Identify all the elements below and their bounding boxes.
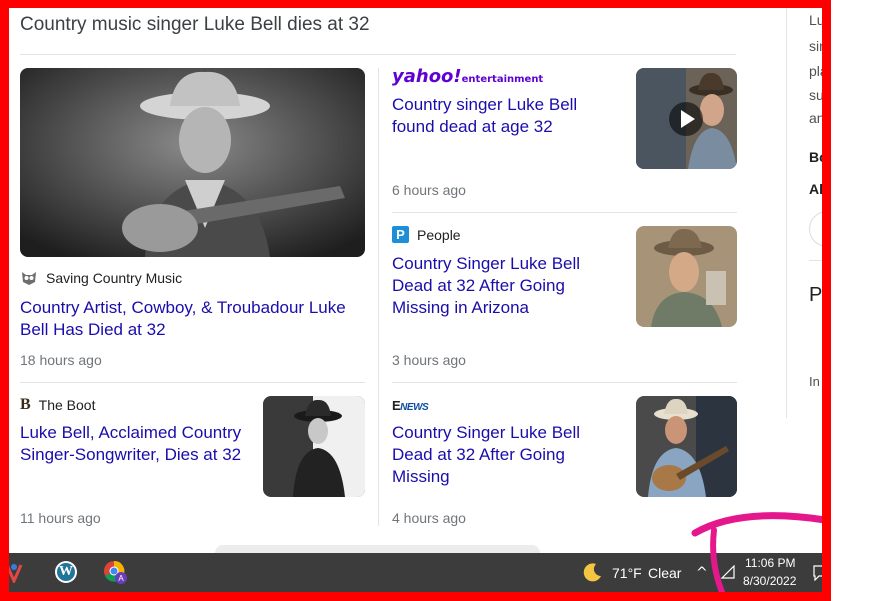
frame-border: [822, 0, 831, 601]
wordpress-icon[interactable]: W: [55, 561, 77, 583]
article-thumbnail[interactable]: [636, 226, 737, 327]
source-the-boot: B The Boot: [20, 396, 96, 414]
svg-text:A: A: [118, 574, 124, 583]
article-time: 4 hours ago: [392, 510, 466, 526]
article-time: 11 hours ago: [20, 510, 101, 526]
divider: [392, 212, 737, 213]
frame-border: [0, 0, 830, 8]
article-title-link[interactable]: Country Singer Luke Bell Dead at 32 Afte…: [392, 422, 622, 488]
divider: [20, 382, 365, 383]
yahoo-entertainment-logo: yahoo!entertainment: [392, 66, 544, 87]
column-divider: [378, 68, 379, 526]
section-title: Country music singer Luke Bell dies at 3…: [20, 14, 370, 35]
article-title-link[interactable]: Country Singer Luke Bell Dead at 32 Afte…: [392, 253, 622, 319]
owl-icon: [22, 272, 36, 285]
article-title-link[interactable]: Country singer Luke Bell found dead at a…: [392, 94, 622, 138]
moon-icon: [583, 563, 601, 582]
source-name: People: [417, 226, 461, 243]
article-image-large[interactable]: [20, 68, 365, 257]
panel-text: In: [809, 374, 820, 389]
divider: [809, 260, 823, 261]
enews-logo: ENEWS: [392, 398, 429, 413]
article-title-link[interactable]: Country Artist, Cowboy, & Troubadour Luk…: [20, 297, 370, 341]
article-thumbnail[interactable]: [636, 396, 737, 497]
source-name: The Boot: [38, 397, 96, 413]
source-name: Saving Country Music: [46, 270, 183, 286]
outside-area: [831, 0, 881, 601]
article-time: 3 hours ago: [392, 352, 466, 368]
panel-label: Al: [809, 181, 823, 197]
people-logo-icon: P: [392, 226, 409, 243]
weather-temperature[interactable]: 71°F: [612, 565, 642, 581]
knowledge-panel: Lu sin pla su an Bo Al P In: [786, 8, 840, 418]
video-thumbnail[interactable]: [636, 68, 737, 169]
chrome-icon[interactable]: A: [103, 560, 129, 586]
article-thumbnail[interactable]: [263, 396, 365, 497]
annotation-circle: [691, 512, 829, 600]
the-boot-logo-icon: B: [20, 396, 31, 413]
article-title-link[interactable]: Luke Bell, Acclaimed Country Singer-Song…: [20, 422, 255, 466]
source-people: P People: [392, 226, 461, 243]
article-time: 18 hours ago: [20, 352, 102, 368]
weather-condition[interactable]: Clear: [648, 565, 681, 581]
frame-border: [0, 592, 830, 601]
article-time: 6 hours ago: [392, 182, 466, 198]
divider: [20, 54, 736, 55]
divider: [392, 382, 737, 383]
source-saving-country-music: Saving Country Music: [20, 270, 182, 286]
panel-heading: P: [809, 284, 823, 306]
frame-border: [0, 0, 9, 601]
